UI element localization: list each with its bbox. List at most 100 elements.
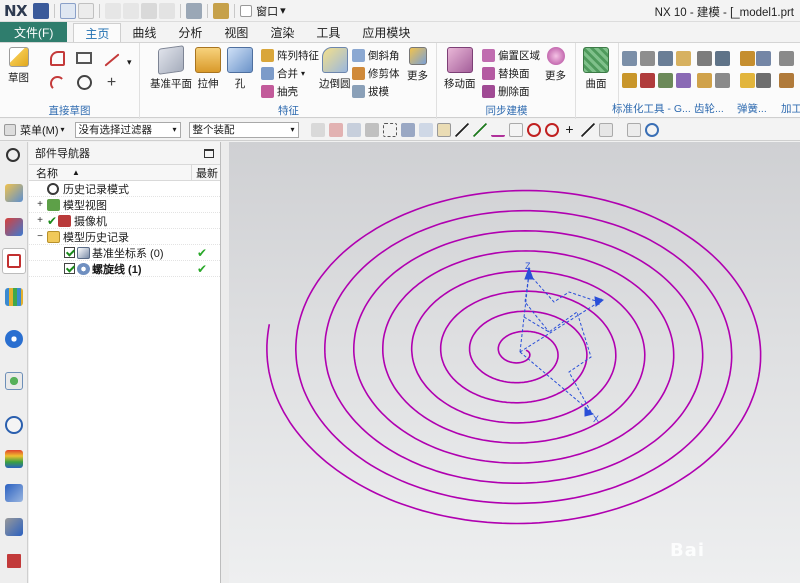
helix-path[interactable] <box>266 189 762 525</box>
constraint-navigator-icon[interactable] <box>5 218 23 236</box>
tool-icon[interactable] <box>676 73 691 88</box>
delete-face-button[interactable]: 删除面 <box>482 83 530 99</box>
tree-row-model-history[interactable]: − 模型历史记录 <box>29 229 220 245</box>
tab-file[interactable]: 文件(F) <box>0 22 68 42</box>
shell-button[interactable]: 抽壳 <box>261 83 298 99</box>
offset-region-button[interactable]: 偏置区域 <box>482 47 540 63</box>
snap-center-icon[interactable] <box>526 122 541 137</box>
tab-tools[interactable]: 工具 <box>305 23 351 42</box>
extrude-button[interactable]: 拉伸 <box>195 47 221 91</box>
spring-icon[interactable] <box>740 73 755 88</box>
graphics-viewport[interactable]: Z Y X Bai <box>229 142 800 583</box>
circle-icon[interactable] <box>77 75 92 90</box>
select-feature-icon[interactable] <box>310 122 325 137</box>
tree-row-model-views[interactable]: + 模型视图 <box>29 197 220 213</box>
column-name[interactable]: 名称 ▲ <box>29 165 192 180</box>
gear-icon[interactable] <box>715 73 730 88</box>
spring-icon[interactable] <box>756 73 771 88</box>
manufacturing-wizard-icon[interactable] <box>5 518 23 536</box>
tool-icon[interactable] <box>622 73 637 88</box>
helix-curve[interactable] <box>266 189 762 525</box>
snap-arc-center-icon[interactable] <box>544 122 559 137</box>
draft-button[interactable]: 拔模 <box>352 83 389 99</box>
snap-curve-icon[interactable] <box>490 123 505 137</box>
pattern-feature-button[interactable]: 阵列特征 <box>261 47 319 63</box>
tool-icon[interactable] <box>676 51 691 66</box>
tool-icon[interactable] <box>640 73 655 88</box>
settings-gear-icon[interactable] <box>6 148 20 162</box>
tree-row-helix[interactable]: 螺旋线 (1) ✔ <box>29 261 220 277</box>
tool-icon[interactable] <box>640 51 655 66</box>
command-finder-icon[interactable] <box>186 2 203 19</box>
feature-more-button[interactable]: 更多 <box>407 47 428 83</box>
snap-midpoint-icon[interactable] <box>508 122 523 137</box>
gear-icon[interactable] <box>715 51 730 66</box>
delete-icon[interactable] <box>159 2 176 19</box>
navigator-splitter[interactable] <box>221 142 229 583</box>
more-sketch-icon[interactable]: ▾ <box>127 57 135 72</box>
edge-blend-button[interactable]: 边倒圆 <box>319 47 351 91</box>
redo-icon[interactable] <box>78 2 95 19</box>
part-navigator-icon[interactable] <box>2 248 26 274</box>
refresh-icon[interactable] <box>644 122 659 137</box>
process-studio-icon[interactable] <box>5 484 23 502</box>
sketch-button[interactable]: 草图 <box>8 47 29 85</box>
box-select-icon[interactable] <box>382 122 397 137</box>
tool-icon[interactable] <box>622 51 637 66</box>
customize-icon[interactable] <box>288 7 296 15</box>
select-face-icon[interactable] <box>328 122 343 137</box>
cube-icon[interactable] <box>400 122 415 137</box>
tab-home[interactable]: 主页 <box>73 23 122 42</box>
snap-tangent-icon[interactable] <box>580 122 595 137</box>
reuse-library-icon[interactable] <box>5 288 23 306</box>
snap-quadrant-icon[interactable] <box>598 122 613 137</box>
tab-analysis[interactable]: 分析 <box>167 23 213 42</box>
tool-icon[interactable] <box>658 73 673 88</box>
surface-button[interactable]: 曲面 <box>583 47 609 91</box>
column-latest[interactable]: 最新 <box>192 165 220 180</box>
datum-csys[interactable] <box>519 266 604 417</box>
tab-view[interactable]: 视图 <box>213 23 259 42</box>
profile-icon[interactable] <box>50 51 65 66</box>
gear-icon[interactable] <box>697 51 712 66</box>
spring-icon[interactable] <box>756 51 771 66</box>
menu-button[interactable]: 菜单(M) ▾ <box>20 122 65 138</box>
hd3d-tools-icon[interactable] <box>5 330 23 348</box>
expand-icon[interactable]: + <box>36 215 44 226</box>
restore-icon[interactable] <box>204 148 214 158</box>
snap-point-icon[interactable] <box>418 122 433 137</box>
tree-row-datum-csys[interactable]: 基准坐标系 (0) ✔ <box>29 245 220 261</box>
spring-icon[interactable] <box>740 51 755 66</box>
history-icon[interactable] <box>5 416 23 434</box>
snap-intersection-icon[interactable]: + <box>563 122 577 137</box>
line-icon[interactable] <box>104 53 120 67</box>
visibility-checkbox[interactable] <box>64 247 75 258</box>
machining-icon[interactable] <box>779 73 794 88</box>
touch-mode-icon[interactable] <box>213 2 230 19</box>
point-icon[interactable]: + <box>104 75 119 91</box>
view-triad-icon[interactable] <box>626 122 641 137</box>
tab-curve[interactable]: 曲线 <box>121 23 167 42</box>
web-browser-icon[interactable] <box>5 372 23 390</box>
visualization-icon[interactable] <box>5 450 23 468</box>
sync-more-button[interactable]: 更多 <box>545 47 566 83</box>
tree-row-history-mode[interactable]: 历史记录模式 <box>29 181 220 197</box>
tool-icon[interactable] <box>658 51 673 66</box>
trim-body-button[interactable]: 修剪体 <box>352 65 400 81</box>
window-menu[interactable]: 窗口 ▾ <box>256 3 286 19</box>
copy-icon[interactable] <box>123 2 140 19</box>
cut-icon[interactable] <box>105 2 122 19</box>
select-all-icon[interactable] <box>364 122 379 137</box>
snap-endpoint-icon[interactable] <box>472 122 487 137</box>
datum-plane-button[interactable]: 基准平面 <box>150 45 192 91</box>
selection-filter-dropdown[interactable]: 没有选择过滤器 ▾ <box>74 121 181 138</box>
snap-grid-icon[interactable] <box>436 122 451 137</box>
tab-render[interactable]: 渲染 <box>259 23 305 42</box>
expand-icon[interactable]: + <box>36 199 44 210</box>
arc-icon[interactable] <box>50 76 65 91</box>
assembly-scope-dropdown[interactable]: 整个装配 ▾ <box>188 121 299 138</box>
gear-icon[interactable] <box>697 73 712 88</box>
replace-face-button[interactable]: 替换面 <box>482 65 530 81</box>
tab-applications[interactable]: 应用模块 <box>351 23 421 42</box>
collapse-icon[interactable]: − <box>36 231 44 242</box>
